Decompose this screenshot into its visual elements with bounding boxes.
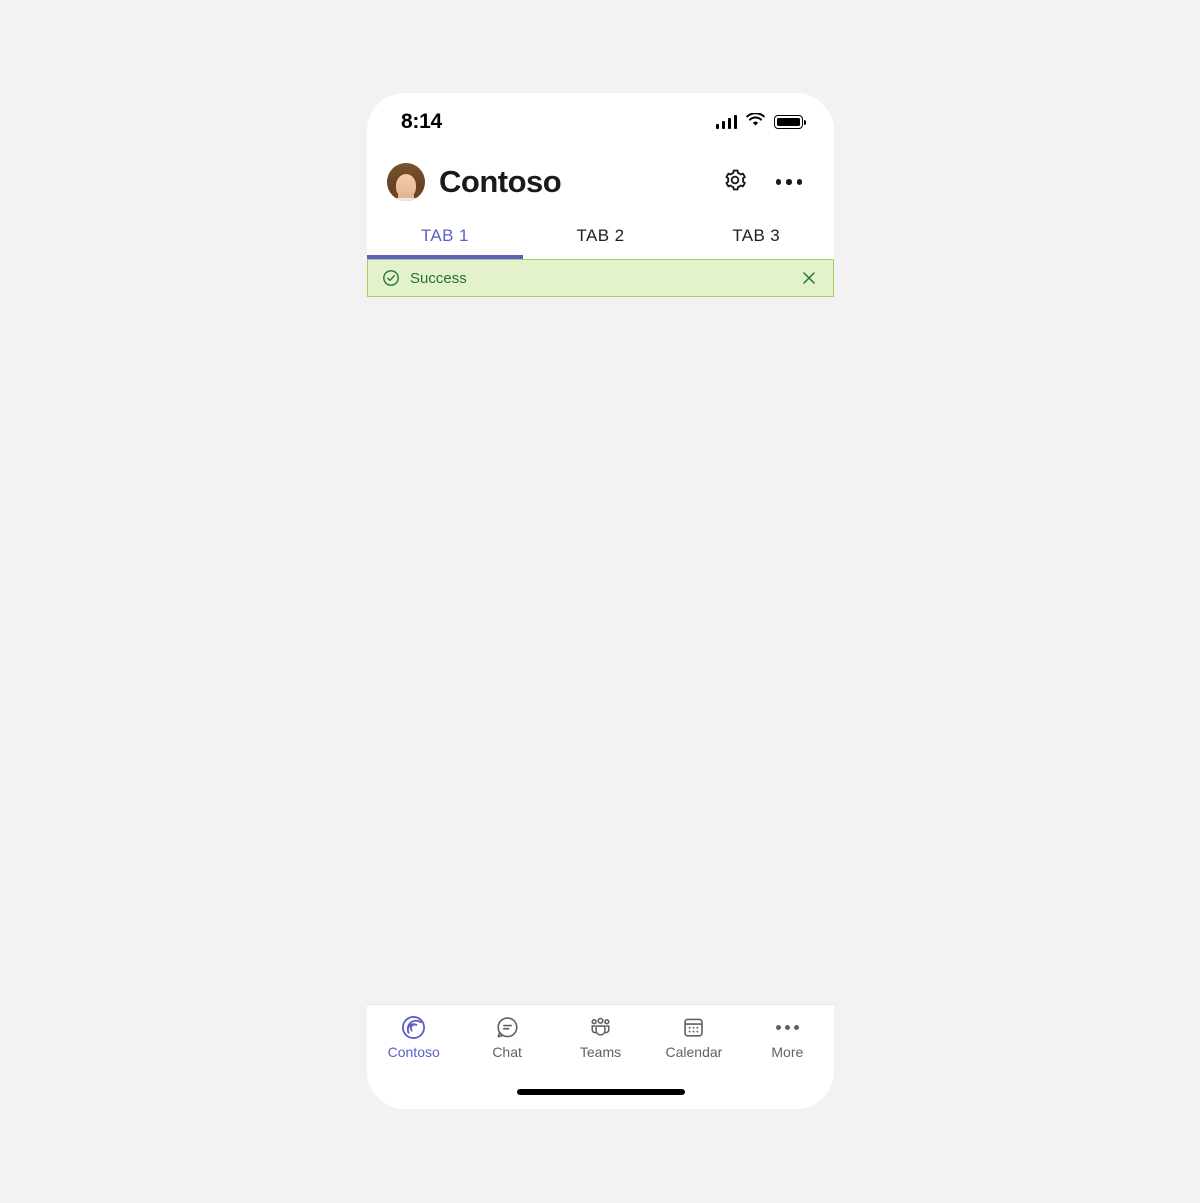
bottom-navigation-bar: Contoso Chat Teams Calendar More (367, 1004, 834, 1075)
chat-bubble-icon (495, 1014, 520, 1040)
tab-content-area (367, 297, 834, 1004)
teams-people-icon (588, 1014, 613, 1040)
tab-bar: TAB 1 TAB 2 TAB 3 (367, 213, 834, 259)
avatar-shirt (387, 197, 425, 201)
calendar-icon (681, 1014, 706, 1040)
home-indicator[interactable] (516, 1089, 685, 1095)
status-icons (715, 111, 806, 132)
nav-label-teams: Teams (579, 1044, 622, 1060)
gear-icon (722, 167, 748, 198)
nav-item-teams[interactable]: Teams (554, 1014, 647, 1059)
tab-2[interactable]: TAB 2 (523, 213, 679, 259)
nav-label-calendar: Calendar (665, 1044, 723, 1060)
more-options-button[interactable] (772, 165, 806, 199)
nav-label-chat: Chat (492, 1044, 522, 1060)
contoso-logo-icon (401, 1014, 426, 1040)
nav-label-more: More (771, 1044, 804, 1060)
wifi-icon (746, 111, 765, 132)
settings-button[interactable] (718, 165, 752, 199)
more-horizontal-icon (775, 1014, 799, 1040)
signal-bars-icon (715, 115, 737, 129)
avatar[interactable] (387, 163, 425, 201)
battery-full-icon (774, 115, 806, 129)
close-notification-button[interactable] (799, 268, 819, 288)
status-bar: 8:14 (367, 93, 834, 151)
more-horizontal-icon (775, 179, 803, 185)
nav-item-chat[interactable]: Chat (460, 1014, 553, 1059)
success-notification-banner: Success (367, 259, 834, 297)
active-tab-indicator (367, 255, 523, 259)
phone-frame: 8:14 Contoso TAB 1 TAB 2 TAB 3 Success C… (367, 93, 834, 1109)
status-time: 8:14 (401, 110, 442, 133)
tab-1[interactable]: TAB 1 (367, 213, 523, 259)
notification-message: Success (410, 269, 467, 287)
nav-label-contoso: Contoso (387, 1044, 440, 1060)
nav-item-calendar[interactable]: Calendar (647, 1014, 740, 1059)
check-circle-icon (382, 269, 400, 287)
nav-item-more[interactable]: More (741, 1014, 834, 1059)
nav-item-contoso[interactable]: Contoso (367, 1014, 460, 1059)
app-header: Contoso (367, 151, 834, 213)
page-title: Contoso (439, 164, 562, 199)
home-indicator-area (367, 1075, 834, 1109)
tab-3[interactable]: TAB 3 (678, 213, 834, 259)
